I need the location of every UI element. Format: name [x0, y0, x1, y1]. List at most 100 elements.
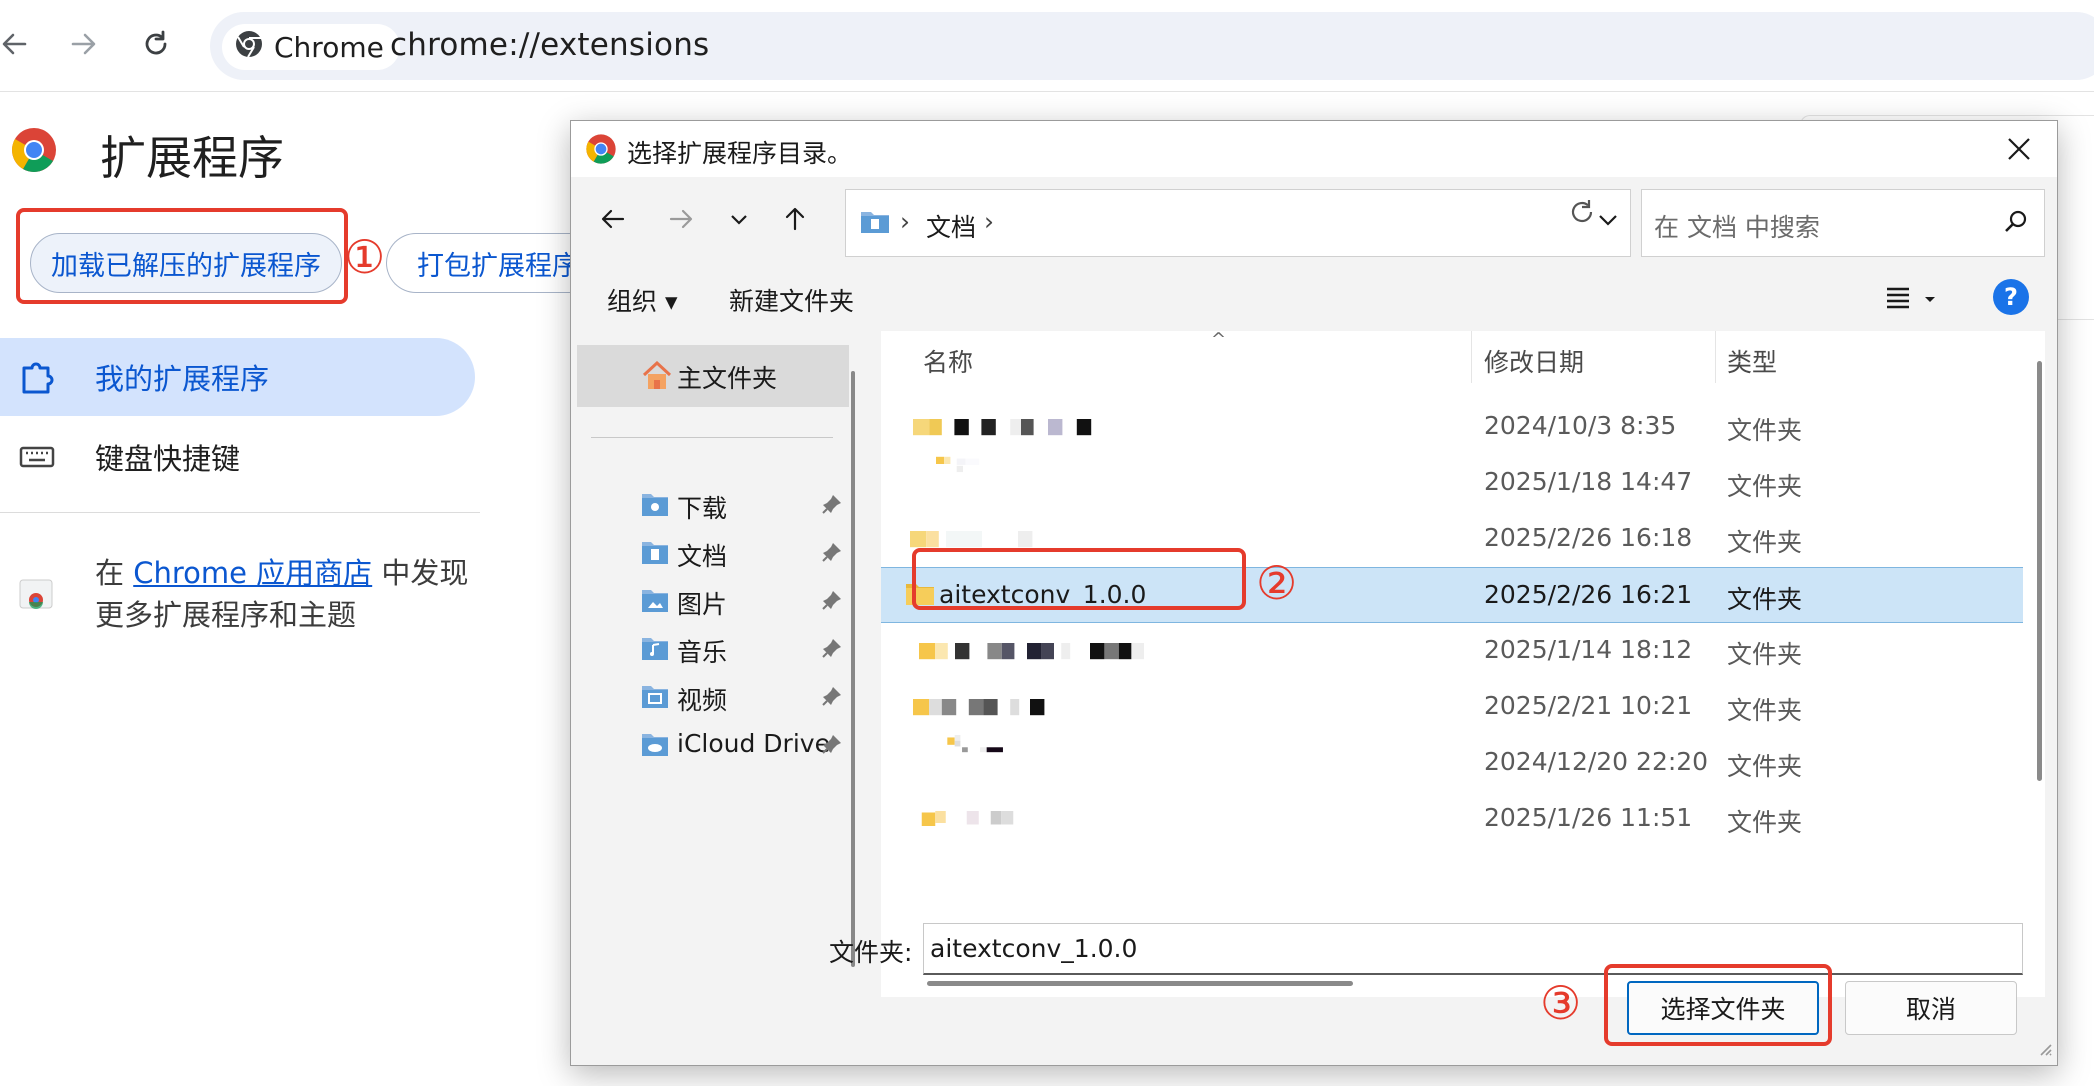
chrome-icon: [234, 29, 264, 66]
videos-folder-icon: [641, 683, 669, 713]
sidebar-item-label: 键盘快捷键: [95, 442, 241, 476]
redacted-folder-name: [913, 419, 1092, 436]
file-list: ^ 名称 修改日期 类型 2024/10/3 8:35 文件夹 2025/1/1…: [881, 329, 2045, 997]
file-row[interactable]: 2025/1/18 14:47 文件夹: [881, 455, 2023, 511]
file-row[interactable]: 2025/1/14 18:12 文件夹: [881, 623, 2023, 679]
chrome-logo-icon: [10, 126, 58, 178]
chrome-icon: [585, 133, 617, 169]
chevron-right-icon[interactable]: ›: [984, 207, 994, 236]
nav-item-music[interactable]: 音乐: [641, 629, 851, 669]
recent-locations-chevron-icon[interactable]: [719, 199, 759, 239]
close-icon[interactable]: [2001, 131, 2037, 167]
redacted-folder-name: [913, 699, 1045, 716]
dialog-title: 选择扩展程序目录。: [627, 139, 853, 168]
select-folder-dialog: 选择扩展程序目录。 › 文档 › 在 文档 中搜索 组织 ▾ 新建文件夹 ? 主…: [570, 120, 2058, 1066]
nav-item-label: 主文件夹: [677, 364, 778, 393]
chevron-right-icon: ›: [900, 207, 910, 236]
refresh-icon[interactable]: [1567, 197, 1597, 231]
column-header-name[interactable]: 名称: [923, 343, 973, 379]
pin-icon: [821, 493, 843, 519]
nav-item-videos[interactable]: 视频: [641, 677, 851, 717]
nav-item-label: 下载: [677, 494, 728, 523]
chevron-down-icon[interactable]: [1596, 208, 1620, 236]
folder-name-input[interactable]: [923, 923, 2023, 975]
browser-toolbar: Chrome chrome://extensions: [0, 0, 2094, 92]
file-row[interactable]: 2025/1/26 11:51 文件夹: [881, 791, 2023, 847]
highlight-box-2: [912, 548, 1246, 610]
file-type: 文件夹: [1727, 585, 1803, 614]
nav-item-home[interactable]: 主文件夹: [577, 345, 849, 407]
file-row[interactable]: 2024/12/20 22:20 文件夹: [881, 735, 2023, 791]
nav-item-pictures[interactable]: 图片: [641, 581, 851, 621]
highlight-box-3: [1604, 964, 1832, 1046]
nav-item-downloads[interactable]: 下载: [641, 485, 851, 525]
documents-folder-icon: [860, 208, 890, 238]
icloud-folder-icon: [641, 731, 669, 761]
web-store-link[interactable]: Chrome 应用商店: [133, 556, 372, 590]
file-list-horizontal-scrollbar[interactable]: [927, 981, 1353, 986]
organize-menu[interactable]: 组织 ▾: [607, 282, 678, 318]
file-date: 2025/1/18 14:47: [1484, 467, 1693, 496]
view-options-icon[interactable]: [1883, 283, 1943, 317]
file-date: 2025/1/14 18:12: [1484, 635, 1693, 664]
cancel-button[interactable]: 取消: [1845, 981, 2017, 1035]
pin-icon: [821, 589, 843, 615]
web-store-icon: [16, 572, 56, 616]
column-header-type[interactable]: 类型: [1727, 343, 1777, 379]
column-divider[interactable]: [1715, 331, 1716, 383]
nav-pane-scrollbar[interactable]: [851, 371, 855, 967]
highlight-box-1: [16, 208, 348, 304]
search-input[interactable]: 在 文档 中搜索: [1641, 189, 2045, 257]
sort-ascending-icon: ^: [1211, 329, 1227, 350]
sidebar-item-keyboard-shortcuts[interactable]: 键盘快捷键: [0, 418, 475, 496]
nav-item-documents[interactable]: 文档: [641, 533, 851, 573]
file-type: 文件夹: [1727, 808, 1803, 837]
page-title: 扩展程序: [100, 131, 284, 185]
store-prefix: 在: [95, 556, 134, 590]
back-icon[interactable]: [0, 20, 38, 68]
pack-extension-button[interactable]: 打包扩展程序: [386, 233, 586, 293]
path-breadcrumb[interactable]: › 文档 ›: [845, 189, 1631, 257]
site-chip-label: Chrome: [274, 30, 384, 64]
reload-icon[interactable]: [132, 20, 180, 68]
sidebar-item-my-extensions[interactable]: 我的扩展程序: [0, 338, 475, 416]
dialog-titlebar: 选择扩展程序目录。: [571, 121, 2057, 177]
sidebar-item-label: 我的扩展程序: [95, 362, 270, 396]
resize-grip-icon[interactable]: [2037, 1041, 2053, 1061]
column-header-date[interactable]: 修改日期: [1484, 343, 1584, 379]
redacted-folder-name: [947, 735, 1003, 753]
forward-icon[interactable]: [60, 20, 108, 68]
file-row[interactable]: 2024/10/3 8:35 文件夹: [881, 399, 2023, 455]
file-date: 2024/10/3 8:35: [1484, 411, 1677, 440]
redacted-folder-name: [919, 643, 1144, 660]
forward-icon[interactable]: [661, 199, 701, 239]
file-list-header: ^ 名称 修改日期 类型: [881, 329, 2045, 383]
keyboard-icon: [18, 438, 56, 483]
new-folder-button[interactable]: 新建文件夹: [729, 282, 854, 318]
dialog-command-bar: 组织 ▾ 新建文件夹 ?: [571, 267, 2057, 329]
file-list-vertical-scrollbar[interactable]: [2037, 361, 2042, 781]
address-bar[interactable]: Chrome chrome://extensions: [210, 12, 2094, 80]
nav-item-label: 文档: [677, 542, 728, 571]
organize-label: 组织: [607, 287, 658, 316]
search-placeholder: 在 文档 中搜索: [1654, 213, 1820, 242]
file-row[interactable]: 2025/2/21 10:21 文件夹: [881, 679, 2023, 735]
file-date: 2025/2/26 16:18: [1484, 523, 1693, 552]
up-arrow-icon[interactable]: [775, 199, 815, 239]
help-icon[interactable]: ?: [1993, 279, 2029, 315]
file-type: 文件夹: [1727, 472, 1803, 501]
breadcrumb-documents[interactable]: 文档: [926, 208, 976, 244]
web-store-promo: 在 Chrome 应用商店 中发现更多扩展程序和主题: [95, 552, 475, 636]
column-divider[interactable]: [1471, 331, 1472, 383]
file-date: 2024/12/20 22:20: [1484, 747, 1709, 776]
step-2-marker: ②: [1256, 556, 1298, 610]
pictures-folder-icon: [641, 587, 669, 617]
pin-icon: [821, 637, 843, 663]
documents-folder-icon: [641, 539, 669, 569]
url-text[interactable]: chrome://extensions: [390, 27, 709, 63]
file-type: 文件夹: [1727, 640, 1803, 669]
back-icon[interactable]: [593, 199, 633, 239]
nav-item-icloud-drive[interactable]: iCloud Drive: [641, 725, 851, 765]
site-chip[interactable]: Chrome: [222, 24, 400, 70]
file-type: 文件夹: [1727, 416, 1803, 445]
